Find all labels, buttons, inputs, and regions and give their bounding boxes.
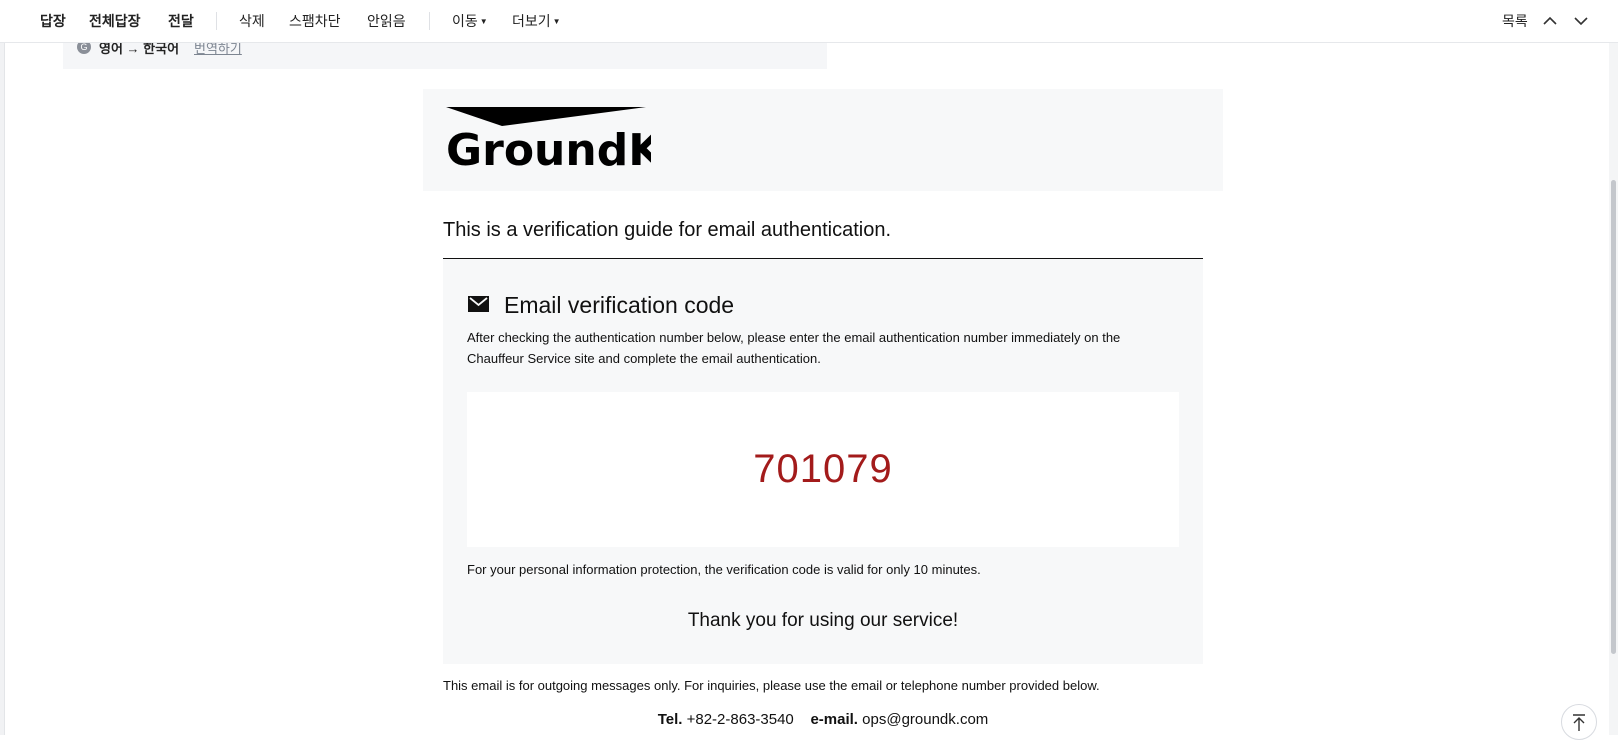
- card-title: Email verification code: [504, 292, 735, 318]
- contact-line: Tel. +82-2-863-3540 e-mail. ops@groundk.…: [0, 711, 1618, 728]
- brand-header: GroundK: [423, 89, 1223, 191]
- mail-toolbar: 답장 전체답장 전달 삭제 스팸차단 안읽음 이동 ▼ 더보기 ▼ 목록: [0, 0, 1618, 43]
- caret-down-icon: ▼: [479, 17, 488, 26]
- mark-unread-button[interactable]: 안읽음: [367, 0, 406, 42]
- tel-value: +82-2-863-3540: [686, 711, 794, 728]
- email-label: e-mail.: [810, 711, 858, 728]
- verification-code: 701079: [753, 447, 893, 491]
- caret-down-icon: ▼: [552, 17, 561, 26]
- scrollbar-thumb[interactable]: [1611, 180, 1616, 654]
- reply-all-button[interactable]: 전체답장: [89, 0, 141, 42]
- window-left-edge: [0, 0, 5, 735]
- logo-text: GroundK: [446, 125, 651, 169]
- footer-note: This email is for outgoing messages only…: [443, 678, 1100, 693]
- code-box: 701079: [467, 392, 1179, 547]
- verification-card: Email verification code After checking t…: [443, 259, 1203, 664]
- move-label: 이동: [452, 13, 478, 29]
- reply-button[interactable]: 답장: [40, 0, 66, 42]
- more-label: 더보기: [512, 13, 551, 29]
- arrow-up-icon: [1573, 714, 1585, 731]
- move-dropdown[interactable]: 이동 ▼: [452, 0, 488, 42]
- previous-mail-chevron-up-icon[interactable]: [1541, 12, 1559, 30]
- block-spam-button[interactable]: 스팸차단: [289, 0, 341, 42]
- validity-note: For your personal information protection…: [467, 562, 981, 577]
- tel-label: Tel.: [657, 711, 683, 728]
- next-mail-chevron-down-icon[interactable]: [1572, 12, 1590, 30]
- guide-title: This is a verification guide for email a…: [443, 219, 892, 241]
- thanks-message: Thank you for using our service!: [687, 610, 959, 631]
- groundk-logo: GroundK: [446, 107, 651, 169]
- email-value: ops@groundk.com: [862, 711, 989, 728]
- delete-button[interactable]: 삭제: [239, 0, 265, 42]
- forward-button[interactable]: 전달: [168, 0, 194, 42]
- toolbar-divider: [429, 12, 430, 30]
- more-dropdown[interactable]: 더보기 ▼: [512, 0, 561, 42]
- card-description: After checking the authentication number…: [467, 330, 1121, 366]
- list-button[interactable]: 목록: [1502, 0, 1528, 42]
- envelope-icon: [468, 296, 489, 312]
- toolbar-divider: [216, 12, 217, 30]
